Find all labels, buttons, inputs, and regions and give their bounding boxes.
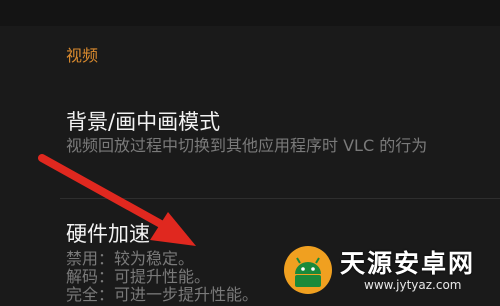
watermark-url: www.jytyaz.com (364, 278, 462, 292)
divider (60, 198, 500, 199)
setting-description-line: 禁用：较为稳定。 (66, 249, 195, 268)
setting-title: 硬件加速 (66, 222, 150, 246)
setting-description-line: 完全：可进一步提升性能。 (66, 285, 259, 304)
setting-background-pip[interactable]: 背景/画中画模式 视频回放过程中切换到其他应用程序时 VLC 的行为 (0, 96, 500, 196)
section-header-video: 视频 (66, 46, 99, 65)
top-bar (0, 0, 500, 26)
setting-description: 视频回放过程中切换到其他应用程序时 VLC 的行为 (66, 136, 428, 155)
watermark: 天源安卓网 www.jytyaz.com (282, 240, 492, 302)
setting-title: 背景/画中画模式 (66, 110, 221, 134)
android-logo-icon (284, 246, 332, 294)
watermark-name: 天源安卓网 (340, 249, 476, 278)
setting-description-line: 解码：可提升性能。 (66, 267, 211, 286)
